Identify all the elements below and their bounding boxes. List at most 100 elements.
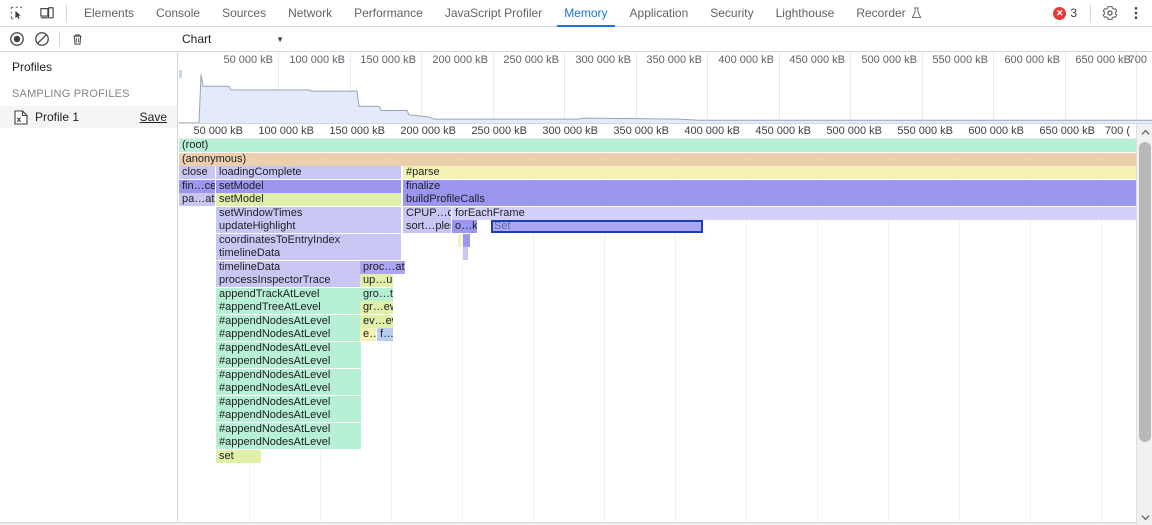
- tab-network[interactable]: Network: [277, 0, 343, 27]
- flame-bar[interactable]: timelineData: [216, 247, 401, 260]
- flame-bar[interactable]: finalize: [403, 180, 1136, 193]
- scrollbar-up-arrow-icon[interactable]: [1137, 124, 1152, 140]
- overview-area-chart: [179, 70, 1152, 124]
- trash-icon[interactable]: [66, 28, 88, 50]
- flask-icon: [911, 7, 922, 19]
- flame-bar[interactable]: #appendNodesAtLevel: [216, 436, 361, 449]
- scrollbar-thumb[interactable]: [1139, 142, 1151, 442]
- flame-bar[interactable]: #appendTreeAtLevel: [216, 301, 361, 314]
- flame-bar[interactable]: sort…ples: [403, 220, 451, 233]
- memory-overview-pane[interactable]: 50 000 kB100 000 kB150 000 kB200 000 kB2…: [179, 52, 1152, 124]
- flame-bar[interactable]: pa…at: [179, 193, 215, 206]
- flame-bar[interactable]: fin…ce: [179, 180, 215, 193]
- chevron-down-icon: ▼: [276, 35, 284, 44]
- tab-javascript-profiler[interactable]: JavaScript Profiler: [434, 0, 553, 27]
- flame-bar[interactable]: up…up: [360, 274, 393, 287]
- flame-bar[interactable]: setModel: [216, 180, 401, 193]
- error-circle-icon: ✕: [1053, 7, 1066, 20]
- overview-tick-label: 250 000 kB: [503, 54, 564, 66]
- tab-application[interactable]: Application: [619, 0, 700, 27]
- flame-bar[interactable]: e…: [360, 328, 376, 341]
- tabbar-left-icons: [0, 2, 58, 24]
- flame-bar[interactable]: #appendNodesAtLevel: [216, 409, 361, 422]
- no-entry-icon[interactable]: [31, 28, 53, 50]
- error-count-badge[interactable]: ✕ 3: [1047, 6, 1083, 20]
- tab-label: JavaScript Profiler: [445, 6, 542, 20]
- flame-bar[interactable]: gr…ew: [360, 301, 393, 314]
- tab-recorder[interactable]: Recorder: [845, 0, 932, 27]
- flame-bar[interactable]: processInspectorTrace: [216, 274, 361, 287]
- record-circle-icon[interactable]: [6, 28, 28, 50]
- flame-chart-vertical-scrollbar[interactable]: [1136, 124, 1152, 525]
- overview-tick-label: 400 000 kB: [718, 54, 779, 66]
- flame-ruler-tick-label: 100 000 kB: [258, 125, 320, 137]
- tab-security[interactable]: Security: [699, 0, 764, 27]
- flame-bar[interactable]: setModel: [216, 193, 401, 206]
- overview-tick-label: 600 000 kB: [1004, 54, 1065, 66]
- tabbar-right-actions: ✕ 3: [1047, 1, 1152, 25]
- flame-bar[interactable]: (root): [179, 139, 1136, 152]
- flame-bar[interactable]: #appendNodesAtLevel: [216, 355, 361, 368]
- flame-bar[interactable]: ev…ew: [360, 315, 393, 328]
- toolbar-separator: [59, 32, 60, 47]
- flame-bar[interactable]: forEachFrame: [452, 207, 1136, 220]
- flame-bar[interactable]: proc…ata: [360, 261, 405, 274]
- overview-tick-label: 450 000 kB: [789, 54, 850, 66]
- scrollbar-down-arrow-icon[interactable]: [1137, 509, 1152, 525]
- tab-performance[interactable]: Performance: [343, 0, 434, 27]
- flame-chart-pane[interactable]: 50 000 kB100 000 kB150 000 kB200 000 kB2…: [179, 124, 1152, 525]
- flame-bar[interactable]: close: [179, 166, 215, 179]
- flame-bar[interactable]: coordinatesToEntryIndex: [216, 234, 401, 247]
- flame-bar[interactable]: #appendNodesAtLevel: [216, 423, 361, 436]
- gear-icon[interactable]: [1098, 1, 1122, 25]
- tab-elements[interactable]: Elements: [73, 0, 145, 27]
- flame-bar[interactable]: #appendNodesAtLevel: [216, 315, 361, 328]
- flame-bar[interactable]: o…k: [452, 220, 477, 233]
- flame-bar[interactable]: setWindowTimes: [216, 207, 401, 220]
- flame-bar[interactable]: updateHighlight: [216, 220, 401, 233]
- overview-tick-label: 500 000 kB: [861, 54, 922, 66]
- devtools-tabs: Elements Console Sources Network Perform…: [73, 0, 933, 27]
- flame-bar[interactable]: CPUP…del: [403, 207, 451, 220]
- tab-label: Performance: [354, 6, 423, 20]
- flame-bar[interactable]: Set: [491, 220, 703, 233]
- flame-bar[interactable]: #parse: [403, 166, 1136, 179]
- flame-bar[interactable]: #appendNodesAtLevel: [216, 396, 361, 409]
- flame-bar[interactable]: f…r: [377, 328, 393, 341]
- flame-bar[interactable]: appendTrackAtLevel: [216, 288, 361, 301]
- flame-bar[interactable]: loadingComplete: [216, 166, 401, 179]
- view-type-select[interactable]: Chart ▼: [179, 29, 289, 49]
- device-toolbar-icon[interactable]: [36, 2, 58, 24]
- flame-bar[interactable]: buildProfileCalls: [403, 193, 1136, 206]
- error-count-label: 3: [1070, 6, 1077, 20]
- flame-ruler-tick-label: 550 000 kB: [897, 125, 959, 137]
- flame-ruler-tick-label: 400 000 kB: [684, 125, 746, 137]
- profile-document-icon: [14, 110, 28, 125]
- flame-bar-untitled[interactable]: [463, 247, 468, 260]
- inspect-element-icon[interactable]: [6, 2, 28, 24]
- flame-bar-untitled[interactable]: [463, 234, 470, 247]
- flame-ruler-tick-label: 500 000 kB: [826, 125, 888, 137]
- tab-label: Application: [630, 6, 689, 20]
- flame-ruler-tick-label: 200 000 kB: [400, 125, 462, 137]
- flame-bar[interactable]: gro…ts: [360, 288, 393, 301]
- save-profile-link[interactable]: Save: [140, 110, 167, 124]
- flame-bar[interactable]: #appendNodesAtLevel: [216, 328, 361, 341]
- tab-lighthouse[interactable]: Lighthouse: [765, 0, 846, 27]
- toolbar-right-group: Chart ▼: [179, 27, 289, 51]
- tab-memory[interactable]: Memory: [553, 0, 618, 27]
- flame-ruler-tick-label: 700 (: [1105, 125, 1136, 137]
- flame-bar[interactable]: #appendNodesAtLevel: [216, 342, 361, 355]
- overview-tick-label: 150 000 kB: [360, 54, 421, 66]
- flame-bar[interactable]: #appendNodesAtLevel: [216, 369, 361, 382]
- tab-sources[interactable]: Sources: [211, 0, 277, 27]
- more-vertical-icon[interactable]: [1124, 1, 1148, 25]
- sidebar-item-profile-1[interactable]: Profile 1 Save: [0, 106, 177, 128]
- flame-bar[interactable]: (anonymous): [179, 153, 1136, 166]
- tab-console[interactable]: Console: [145, 0, 211, 27]
- memory-toolbar: Chart ▼: [0, 27, 1152, 52]
- flame-bar-untitled[interactable]: [458, 234, 461, 247]
- flame-bar[interactable]: #appendNodesAtLevel: [216, 382, 361, 395]
- flame-ruler-tick-label: 350 000 kB: [613, 125, 675, 137]
- flame-bar[interactable]: set: [216, 450, 261, 463]
